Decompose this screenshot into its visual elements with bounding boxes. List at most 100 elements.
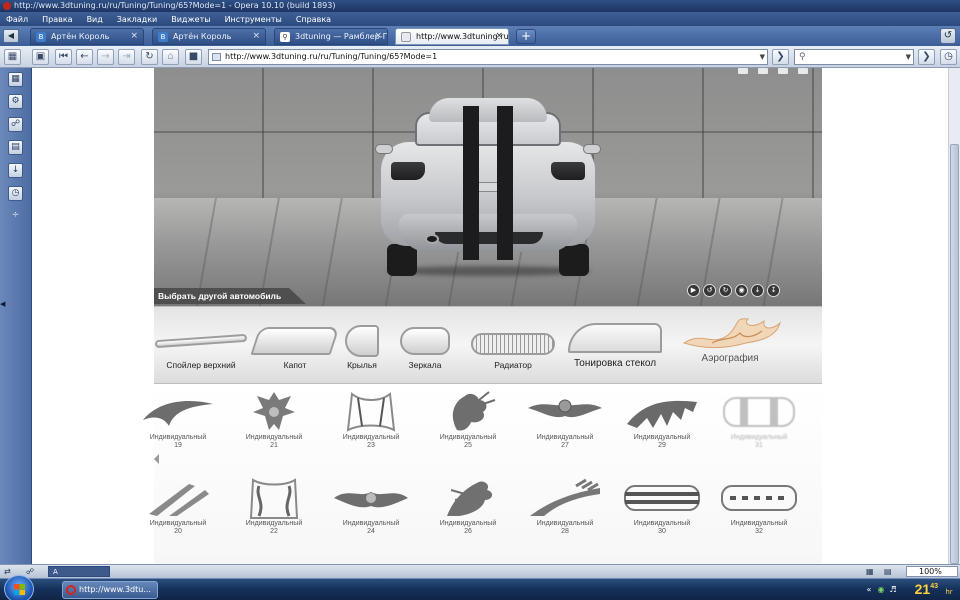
decal-30[interactable]: Индивидуальный 30 [614,472,710,548]
menu-view[interactable]: Вид [87,15,103,24]
decal-21[interactable]: Индивидуальный 21 [226,386,322,462]
downloads-panel-button[interactable]: ↓ [8,163,23,178]
rewind-button[interactable]: ⏮ [55,49,72,65]
camera-icon[interactable]: ◉ [735,284,748,297]
panel-button[interactable]: ▦ [4,49,21,65]
decal-31[interactable]: Индивидуальный 31 [711,386,807,462]
secure-button[interactable]: ■ [185,49,202,65]
unite-icon[interactable]: ☍ [26,566,34,578]
decal-26[interactable]: Индивидуальный 26 [420,472,516,548]
decal-29[interactable]: Индивидуальный 29 [614,386,710,462]
search-input[interactable]: ⚲ ▼ [794,49,914,65]
decal-25[interactable]: Индивидуальный 25 [420,386,516,462]
chevron-left-icon[interactable]: « [864,585,874,595]
decal-number: 31 [755,442,763,449]
rotate-left-icon[interactable]: ↺ [703,284,716,297]
tab-rambler[interactable]: ⚲ 3dtuning — Рамблер-По... × [274,28,388,45]
layout-icon[interactable]: ▤ [884,566,892,578]
menu-bookmarks[interactable]: Закладки [117,15,157,24]
presentation-icon[interactable]: ▦ [866,566,874,578]
category-hood[interactable]: Капот [250,307,340,381]
taskbar-opera-window[interactable]: http://www.3dtu... [62,581,158,599]
choose-car-link[interactable]: Выбрать другой автомобиль [154,288,306,304]
decal-name: Индивидуальный [536,434,594,441]
category-fenders[interactable]: Крылья [340,307,384,381]
panel-toggle-button[interactable]: ◀ [3,29,19,43]
category-airbrush[interactable]: Аэрография [670,307,790,381]
search-icon: ⚲ [280,32,290,42]
page-scrollbar[interactable] [948,68,960,564]
view-icon[interactable] [798,68,808,74]
decal-28[interactable]: Индивидуальный 28 [517,472,613,548]
add-panel-button[interactable]: ÷ [8,209,23,224]
forward-arrow-icon: → [101,51,110,62]
view-icon[interactable] [738,68,748,74]
fast-forward-button[interactable]: ⇥ [118,49,135,65]
menu-edit[interactable]: Правка [42,15,72,24]
start-button[interactable] [4,575,34,600]
status-input[interactable]: A [48,566,110,577]
car-showroom[interactable]: Выбрать другой автомобиль ▶ ↺ ↻ ◉ ↓ ↧ [154,68,822,306]
menu-file[interactable]: Файл [6,15,28,24]
forward-button[interactable]: → [97,49,114,65]
decal-name: Индивидуальный [149,434,207,441]
tab-vk-2[interactable]: В Артён Король × [152,28,266,45]
panel-resize-handle[interactable]: ◀ [0,300,5,308]
sync-icon[interactable]: ⇄ [4,566,11,578]
category-window-tint[interactable]: Тонировка стекол [564,307,666,381]
tab-close-icon[interactable]: × [495,29,503,44]
category-mirrors[interactable]: Зеркала [388,307,462,381]
category-label: Аэрография [701,353,759,364]
home-button[interactable]: ⌂ [162,49,179,65]
decal-32[interactable]: Индивидуальный 32 [711,472,807,548]
tab-close-icon[interactable]: × [374,29,382,44]
menu-tools[interactable]: Инструменты [225,15,282,24]
decal-27[interactable]: Индивидуальный 27 [517,386,613,462]
tiger-stripes-icon [627,400,697,428]
opera-icon [66,585,76,595]
download-icon[interactable]: ↓ [751,284,764,297]
links-panel-button[interactable]: ☍ [8,117,23,132]
new-tab-button[interactable]: + [516,29,536,44]
menu-widgets[interactable]: Виджеты [171,15,210,24]
closed-tabs-button[interactable]: ↺ [940,28,956,44]
save-button[interactable]: ▣ [32,49,49,65]
view-icon[interactable] [758,68,768,74]
decal-19[interactable]: Индивидуальный 19 [130,386,226,462]
scrollbar-thumb[interactable] [950,144,959,564]
car-taillight-right [551,162,585,180]
back-button[interactable]: ← [76,49,93,65]
chevron-down-icon[interactable]: ▼ [906,50,911,64]
category-radiator[interactable]: Радиатор [468,307,558,381]
zoom-control[interactable]: 100% [906,566,958,577]
widgets-panel-button[interactable]: ⚙ [8,94,23,109]
reload-button[interactable]: ↻ [141,49,158,65]
play-icon[interactable]: ▶ [687,284,700,297]
bookmarks-panel-button[interactable]: ▦ [8,72,23,87]
tab-vk-1[interactable]: В Артён Король × [30,28,144,45]
decal-24[interactable]: Индивидуальный 24 [323,472,419,548]
address-bar[interactable]: http://www.3dtuning.ru/ru/Tuning/Tuning/… [208,49,768,65]
decal-20[interactable]: Индивидуальный 20 [130,472,226,548]
decal-23[interactable]: Индивидуальный 23 [323,386,419,462]
save-icon[interactable]: ↧ [767,284,780,297]
car-model[interactable] [375,98,601,276]
search-go-button[interactable]: ❯ [918,49,935,65]
volume-icon[interactable]: ♬ [888,585,898,595]
network-icon[interactable]: ◉ [876,585,886,595]
tab-close-icon[interactable]: × [252,29,260,44]
decal-22[interactable]: Индивидуальный 22 [226,472,322,548]
view-icon[interactable] [778,68,788,74]
notes-panel-button[interactable]: ▤ [8,140,23,155]
menu-help[interactable]: Справка [296,15,331,24]
history-panel-button[interactable]: ◷ [8,186,23,201]
clock[interactable]: 2143 [915,580,938,600]
chevron-down-icon[interactable]: ▼ [760,50,765,64]
navigation-toolbar: ▦ ▣ ⏮ ← → ⇥ ↻ ⌂ ■ http://www.3dtuning.ru… [0,46,960,68]
history-button[interactable]: ◷ [940,49,957,65]
tab-3dtuning[interactable]: http://www.3dtuning.ru... × [395,28,509,45]
go-button[interactable]: ❯ [772,49,789,65]
rotate-right-icon[interactable]: ↻ [719,284,732,297]
category-top-spoiler[interactable]: Спойлер верхний [154,307,248,381]
tab-close-icon[interactable]: × [130,29,138,44]
